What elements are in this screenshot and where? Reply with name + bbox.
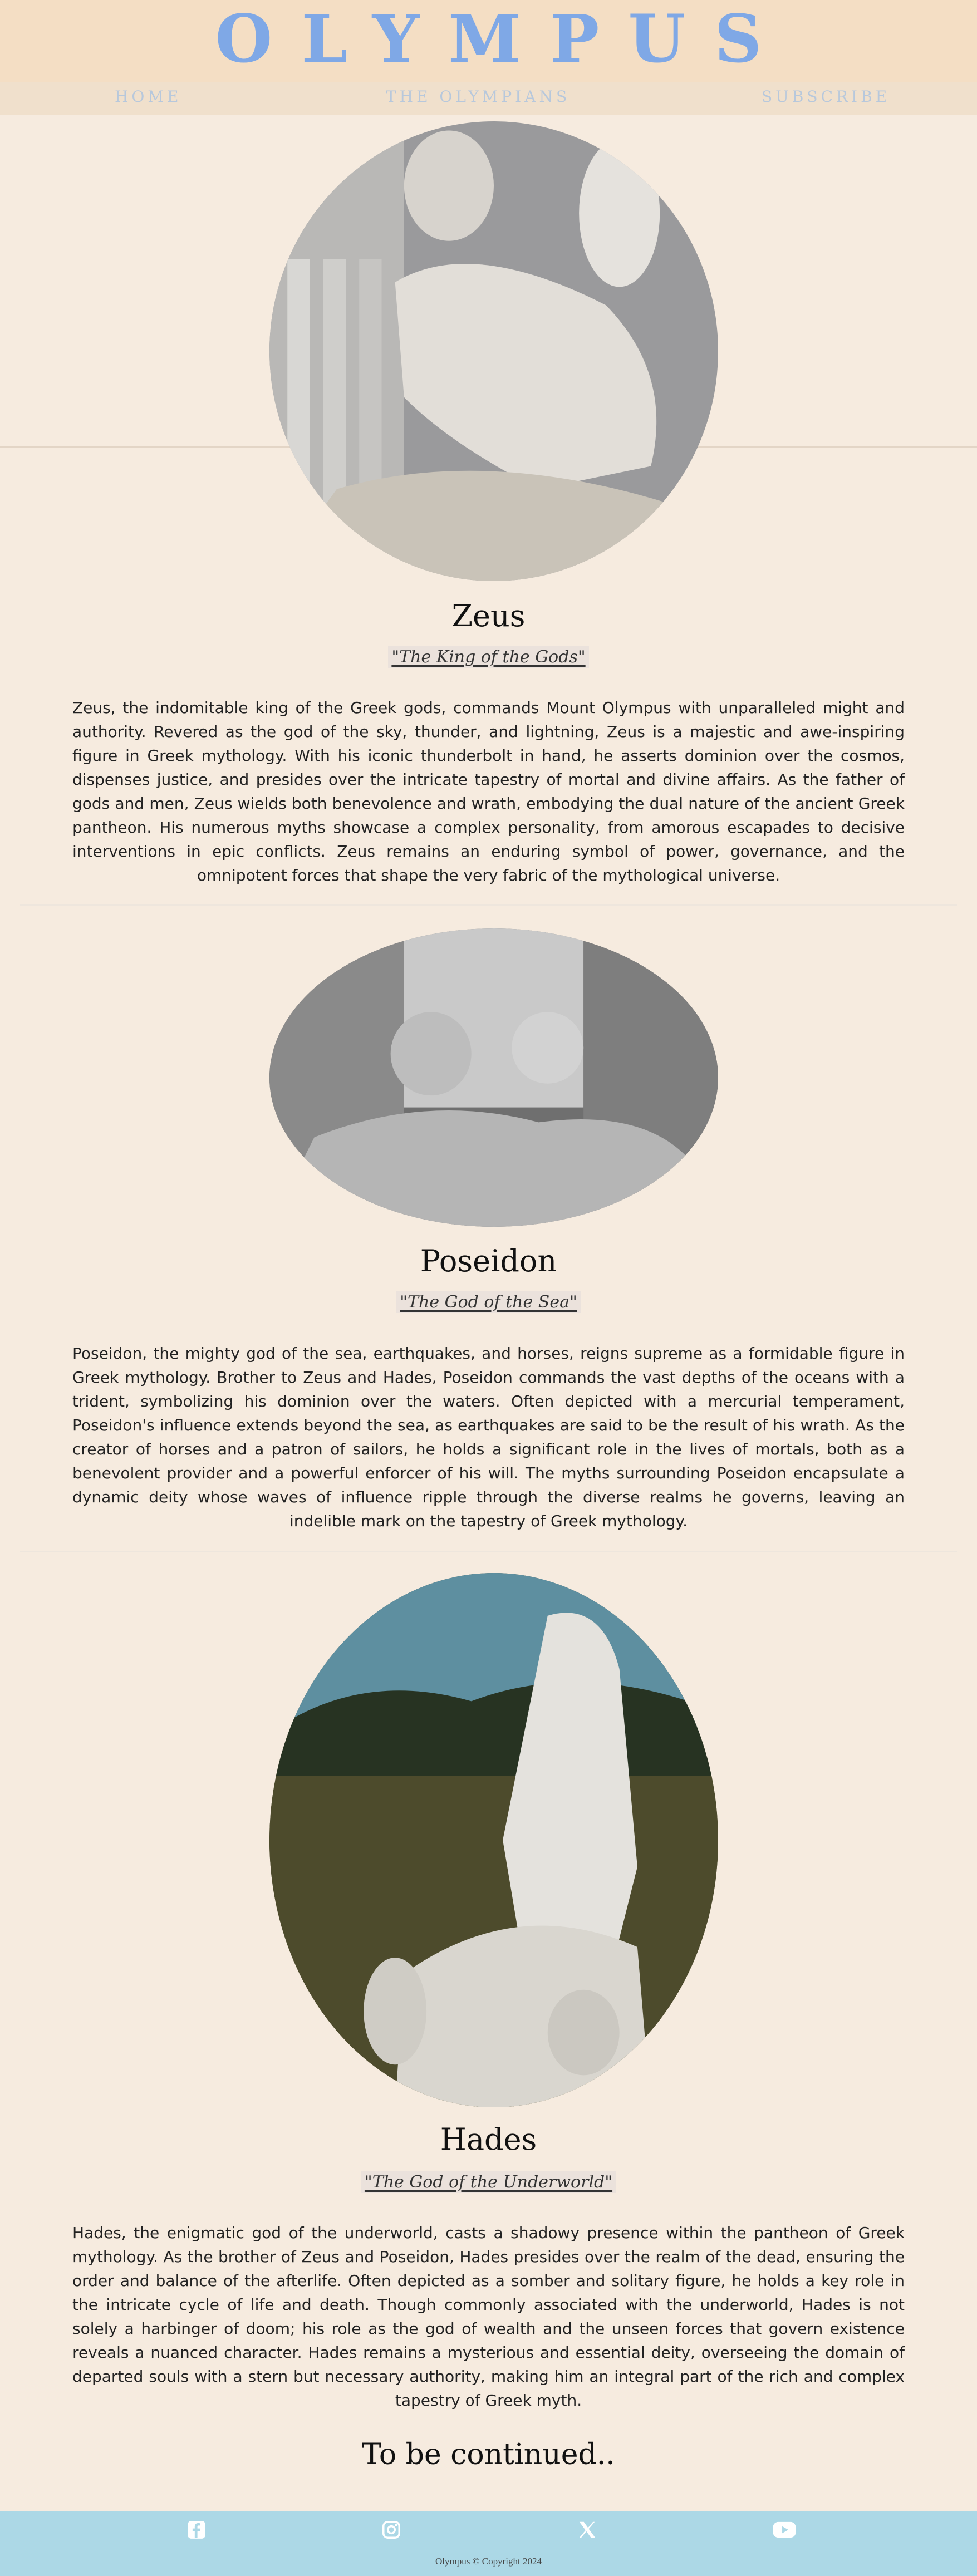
zeus-name: Zeus xyxy=(451,598,526,633)
main-nav: HOME THE OLYMPIANS SUBSCRIBE xyxy=(0,82,977,115)
instagram-icon[interactable] xyxy=(381,2519,402,2540)
hades-epithet-text: "The God of the Underworld" xyxy=(361,2171,616,2193)
nav-the-olympians[interactable]: THE OLYMPIANS xyxy=(386,87,570,106)
to-be-continued-heading: To be continued.. xyxy=(362,2438,615,2471)
zeus-description: Zeus, the indomitable king of the Greek … xyxy=(72,699,905,884)
nav-home[interactable]: HOME xyxy=(115,87,181,106)
youtube-icon[interactable] xyxy=(772,2519,797,2540)
site-footer: Olympus © Copyright 2024 xyxy=(0,2511,977,2576)
facebook-icon[interactable] xyxy=(186,2519,207,2540)
hades-portrait xyxy=(269,1573,718,2107)
poseidon-epithet-text: "The God of the Sea" xyxy=(396,1291,581,1313)
nav-subscribe[interactable]: SUBSCRIBE xyxy=(762,87,890,106)
copyright-text: Olympus © Copyright 2024 xyxy=(435,2556,542,2567)
poseidon-name: Poseidon xyxy=(420,1243,557,1279)
hades-epithet: "The God of the Underworld" xyxy=(0,2171,977,2193)
hades-description: Hades, the enigmatic god of the underwor… xyxy=(72,2224,905,2410)
zeus-epithet-text: "The King of the Gods" xyxy=(388,646,589,668)
zeus-portrait xyxy=(269,121,718,581)
site-header: OLYMPUS xyxy=(0,0,977,82)
section-divider xyxy=(20,904,957,906)
poseidon-epithet: "The God of the Sea" xyxy=(0,1291,977,1313)
zeus-epithet: "The King of the Gods" xyxy=(0,646,977,668)
x-twitter-icon[interactable] xyxy=(577,2519,598,2540)
section-divider xyxy=(20,1551,957,1552)
hades-name: Hades xyxy=(440,2122,537,2157)
poseidon-description: Poseidon, the mighty god of the sea, ear… xyxy=(72,1344,905,1530)
poseidon-portrait xyxy=(269,928,718,1227)
site-logo[interactable]: OLYMPUS xyxy=(0,0,977,78)
